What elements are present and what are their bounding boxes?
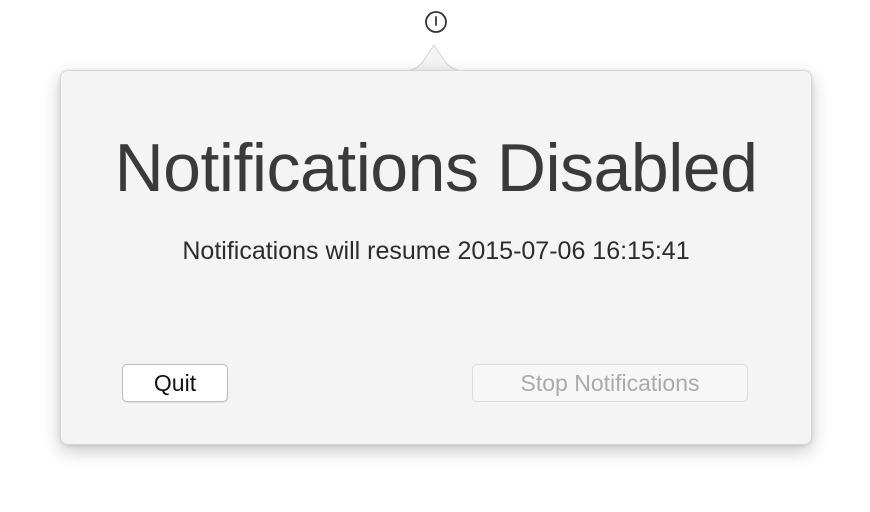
resume-time-text: Notifications will resume 2015-07-06 16:… [182, 237, 690, 265]
popover-title: Notifications Disabled [114, 130, 758, 206]
status-bar-icon[interactable] [423, 9, 449, 35]
power-timer-icon [425, 11, 447, 33]
notifications-popover: Notifications Disabled Notifications wil… [60, 70, 812, 445]
popover-arrow [404, 44, 464, 72]
stop-notifications-button[interactable]: Stop Notifications [472, 364, 748, 402]
quit-button[interactable]: Quit [122, 364, 228, 402]
screen: Notifications Disabled Notifications wil… [0, 0, 870, 512]
